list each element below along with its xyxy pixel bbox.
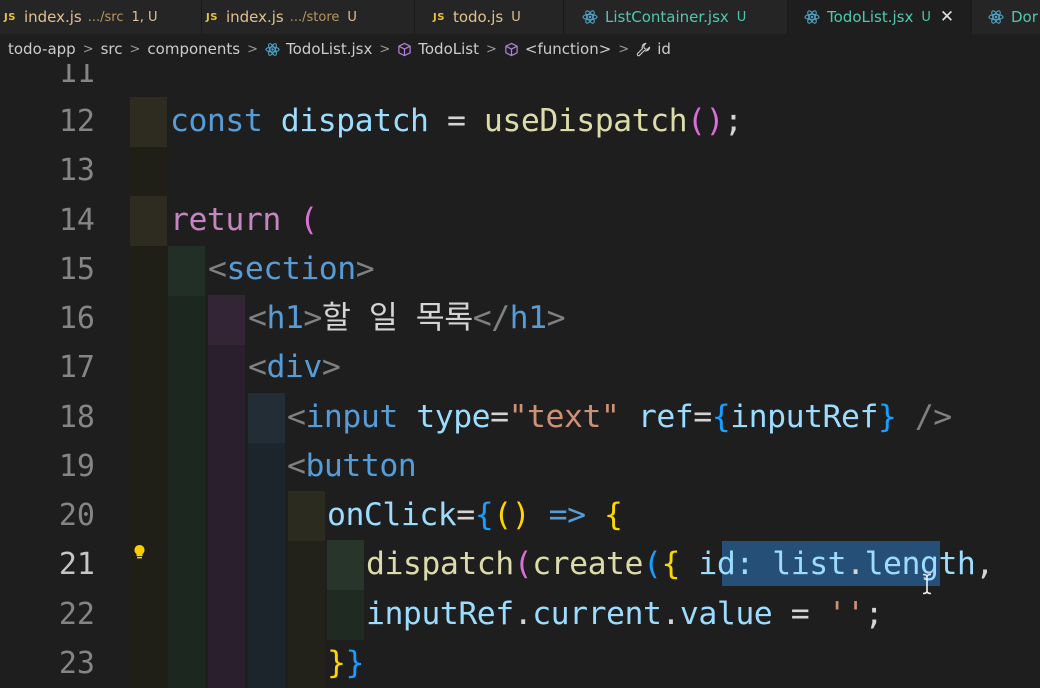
git-status-badge: U xyxy=(511,9,521,25)
tab-todolist-jsx[interactable]: TodoList.jsx U ✕ xyxy=(788,0,972,34)
close-icon[interactable]: ✕ xyxy=(940,7,954,27)
chevron-right-icon: > xyxy=(485,41,497,57)
chevron-right-icon: > xyxy=(379,41,391,57)
line-number: 23 xyxy=(58,646,95,681)
code-text: <button xyxy=(287,448,417,484)
tab-label: ListContainer.jsx xyxy=(605,8,729,26)
breadcrumb-label: id xyxy=(657,40,671,58)
code-text: return ( xyxy=(170,202,318,238)
breadcrumb-label: TodoList.jsx xyxy=(286,40,373,58)
breadcrumb-item-function[interactable]: <function> xyxy=(504,40,611,58)
git-status-badge: 1, U xyxy=(131,9,158,25)
code-text: inputRef.current.value = ''; xyxy=(366,596,884,632)
chevron-right-icon: > xyxy=(82,41,94,57)
breadcrumb-item-src[interactable]: src xyxy=(101,40,123,58)
code-line-current: 21 dispatch(create({ id: list.length, xyxy=(0,540,1040,589)
code-text: onClick={() => { xyxy=(327,497,623,533)
breadcrumb-item-components[interactable]: components xyxy=(147,40,240,58)
tab-label: TodoList.jsx xyxy=(827,8,914,26)
code-text: <section> xyxy=(208,251,375,287)
symbol-cube-icon xyxy=(504,42,519,57)
tab-label: todo.js xyxy=(452,8,504,26)
code-text: dispatch(create({ id: list.length, xyxy=(366,546,994,582)
git-status-badge: U xyxy=(736,9,747,25)
code-text: <h1>할 일 목록</h1> xyxy=(248,300,566,336)
tab-label: index.js xyxy=(225,8,284,26)
tab-path: .../store xyxy=(289,9,340,25)
code-line: 19 <button xyxy=(0,442,1040,491)
text-cursor-icon xyxy=(921,573,933,599)
git-status-badge: U xyxy=(921,9,931,25)
code-line: 17 <div> xyxy=(0,343,1040,392)
code-line: 12 const dispatch = useDispatch(); xyxy=(0,97,1040,146)
code-line: 18 <input type="text" ref={inputRef} /> xyxy=(0,393,1040,442)
code-editor[interactable]: 11 12 const dispatch = useDispatch(); 13… xyxy=(0,64,1040,688)
git-status-badge: U xyxy=(347,9,357,25)
tab-path: .../src xyxy=(87,9,124,25)
chevron-right-icon: > xyxy=(129,41,141,57)
symbol-cube-icon xyxy=(397,42,412,57)
tab-index-js-store[interactable]: JS index.js .../store U xyxy=(202,0,415,34)
code-line: 11 xyxy=(0,64,1040,97)
code-text: <input type="text" ref={inputRef} /> xyxy=(287,399,952,435)
js-file-icon: JS xyxy=(4,11,16,23)
tab-listcontainer-jsx[interactable]: ListContainer.jsx U xyxy=(564,0,788,34)
code-line: 15 <section> xyxy=(0,245,1040,294)
js-file-icon: JS xyxy=(433,11,445,23)
breadcrumb-item-id[interactable]: id xyxy=(636,40,671,58)
line-number: 15 xyxy=(58,252,95,287)
react-icon xyxy=(988,9,1004,25)
code-line: 14 return ( xyxy=(0,196,1040,245)
line-number: 21 xyxy=(58,547,95,582)
line-number: 20 xyxy=(58,498,95,533)
line-number: 14 xyxy=(58,203,95,238)
line-number: 17 xyxy=(58,350,95,385)
tab-index-js-src[interactable]: JS index.js .../src 1, U xyxy=(0,0,202,34)
chevron-right-icon: > xyxy=(618,41,630,57)
tab-overflow[interactable]: Dor xyxy=(972,0,1040,34)
breadcrumb-label: TodoList xyxy=(418,40,479,58)
tab-label: index.js xyxy=(23,8,82,26)
react-icon xyxy=(804,9,820,25)
editor-tab-bar: JS index.js .../src 1, U JS index.js ...… xyxy=(0,0,1040,34)
chevron-right-icon: > xyxy=(247,41,258,57)
line-number: 16 xyxy=(58,301,95,336)
breadcrumb: todo-app > src > components > TodoList.j… xyxy=(0,34,1040,64)
line-number: 13 xyxy=(58,153,95,188)
code-text: const dispatch = useDispatch(); xyxy=(170,103,743,139)
react-icon xyxy=(265,42,280,57)
line-number: 12 xyxy=(58,104,95,139)
code-line: 23 }} xyxy=(0,639,1040,688)
breadcrumb-label: <function> xyxy=(524,40,612,58)
line-number: 19 xyxy=(58,449,95,484)
code-line: 16 <h1>할 일 목록</h1> xyxy=(0,294,1040,343)
lightbulb-icon[interactable] xyxy=(133,544,146,564)
tab-label: Dor xyxy=(1011,8,1038,26)
tab-todo-js[interactable]: JS todo.js U xyxy=(415,0,564,34)
wrench-icon xyxy=(636,42,651,57)
code-line: 22 inputRef.current.value = ''; xyxy=(0,590,1040,639)
code-line: 20 onClick={() => { xyxy=(0,491,1040,540)
line-number: 18 xyxy=(58,400,95,435)
js-file-icon: JS xyxy=(206,11,218,23)
code-line: 13 xyxy=(0,146,1040,195)
line-number: 22 xyxy=(58,597,95,632)
line-number: 11 xyxy=(58,64,95,90)
code-text: }} xyxy=(327,645,364,681)
breadcrumb-item-file[interactable]: TodoList.jsx xyxy=(265,40,372,58)
breadcrumb-item-todo-app[interactable]: todo-app xyxy=(8,40,76,58)
code-text: <div> xyxy=(248,349,341,385)
breadcrumb-item-component[interactable]: TodoList xyxy=(397,40,479,58)
react-icon xyxy=(582,9,598,25)
